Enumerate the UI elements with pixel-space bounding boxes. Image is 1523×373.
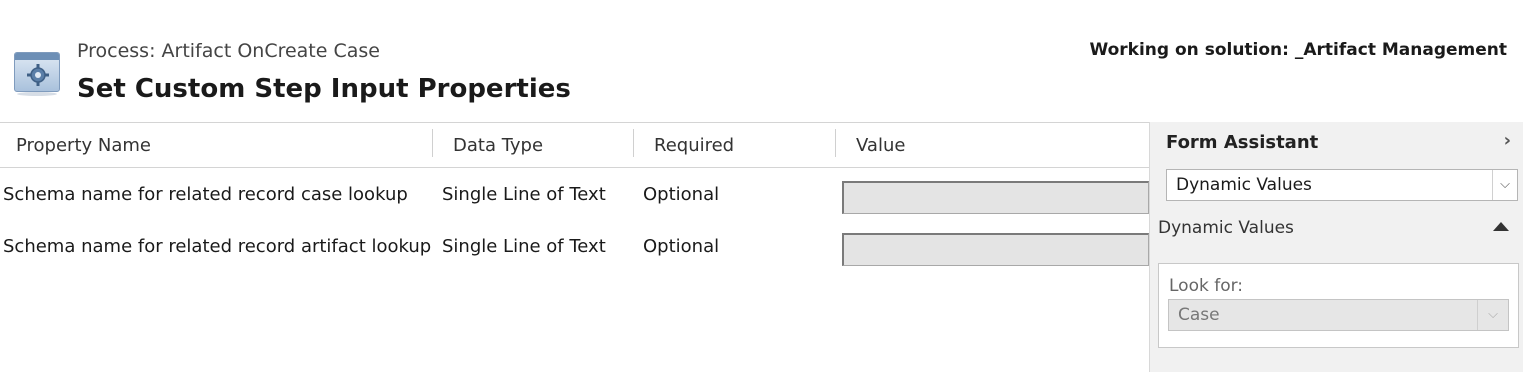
column-separator[interactable] xyxy=(432,129,433,157)
page-title: Set Custom Step Input Properties xyxy=(77,74,571,104)
grid-header: Property Name Data Type Required Value xyxy=(0,123,1149,168)
process-name: Process: Artifact OnCreate Case xyxy=(77,40,380,62)
table-row: Schema name for related record artifact … xyxy=(0,222,1149,272)
data-type-cell: Single Line of Text xyxy=(442,236,606,257)
triangle-up-icon[interactable] xyxy=(1493,222,1509,231)
chevron-right-icon[interactable]: › xyxy=(1504,130,1511,151)
form-assistant-panel: Form Assistant › Dynamic Values ⌵ Dynami… xyxy=(1149,122,1523,372)
column-separator[interactable] xyxy=(835,129,836,157)
value-input[interactable] xyxy=(842,181,1149,214)
properties-grid: Property Name Data Type Required Value S… xyxy=(0,122,1149,373)
value-input[interactable] xyxy=(842,233,1149,266)
form-assistant-title: Form Assistant xyxy=(1166,132,1319,153)
page-header: Process: Artifact OnCreate Case Set Cust… xyxy=(0,0,1523,122)
dynamic-values-section-label: Dynamic Values xyxy=(1158,218,1294,238)
table-row: Schema name for related record case look… xyxy=(0,170,1149,220)
process-gear-icon xyxy=(14,52,60,96)
property-name-cell: Schema name for related record case look… xyxy=(3,184,408,205)
column-header-property-name[interactable]: Property Name xyxy=(16,123,151,167)
form-assistant-select-value: Dynamic Values xyxy=(1176,175,1312,195)
column-header-data-type[interactable]: Data Type xyxy=(453,123,543,167)
column-header-value[interactable]: Value xyxy=(856,123,905,167)
chevron-down-icon: ⌵ xyxy=(1477,300,1508,330)
dynamic-values-panel: Look for: Case ⌵ xyxy=(1158,263,1519,348)
form-assistant-select[interactable]: Dynamic Values ⌵ xyxy=(1166,169,1518,201)
data-type-cell: Single Line of Text xyxy=(442,184,606,205)
column-separator[interactable] xyxy=(633,129,634,157)
solution-label: Working on solution: _Artifact Managemen… xyxy=(1089,40,1507,60)
column-header-required[interactable]: Required xyxy=(654,123,734,167)
required-cell: Optional xyxy=(643,236,720,257)
look-for-value: Case xyxy=(1178,305,1220,325)
required-cell: Optional xyxy=(643,184,720,205)
chevron-down-icon[interactable]: ⌵ xyxy=(1492,170,1517,200)
property-name-cell: Schema name for related record artifact … xyxy=(3,236,432,257)
look-for-select[interactable]: Case ⌵ xyxy=(1168,299,1509,331)
look-for-label: Look for: xyxy=(1169,276,1244,296)
